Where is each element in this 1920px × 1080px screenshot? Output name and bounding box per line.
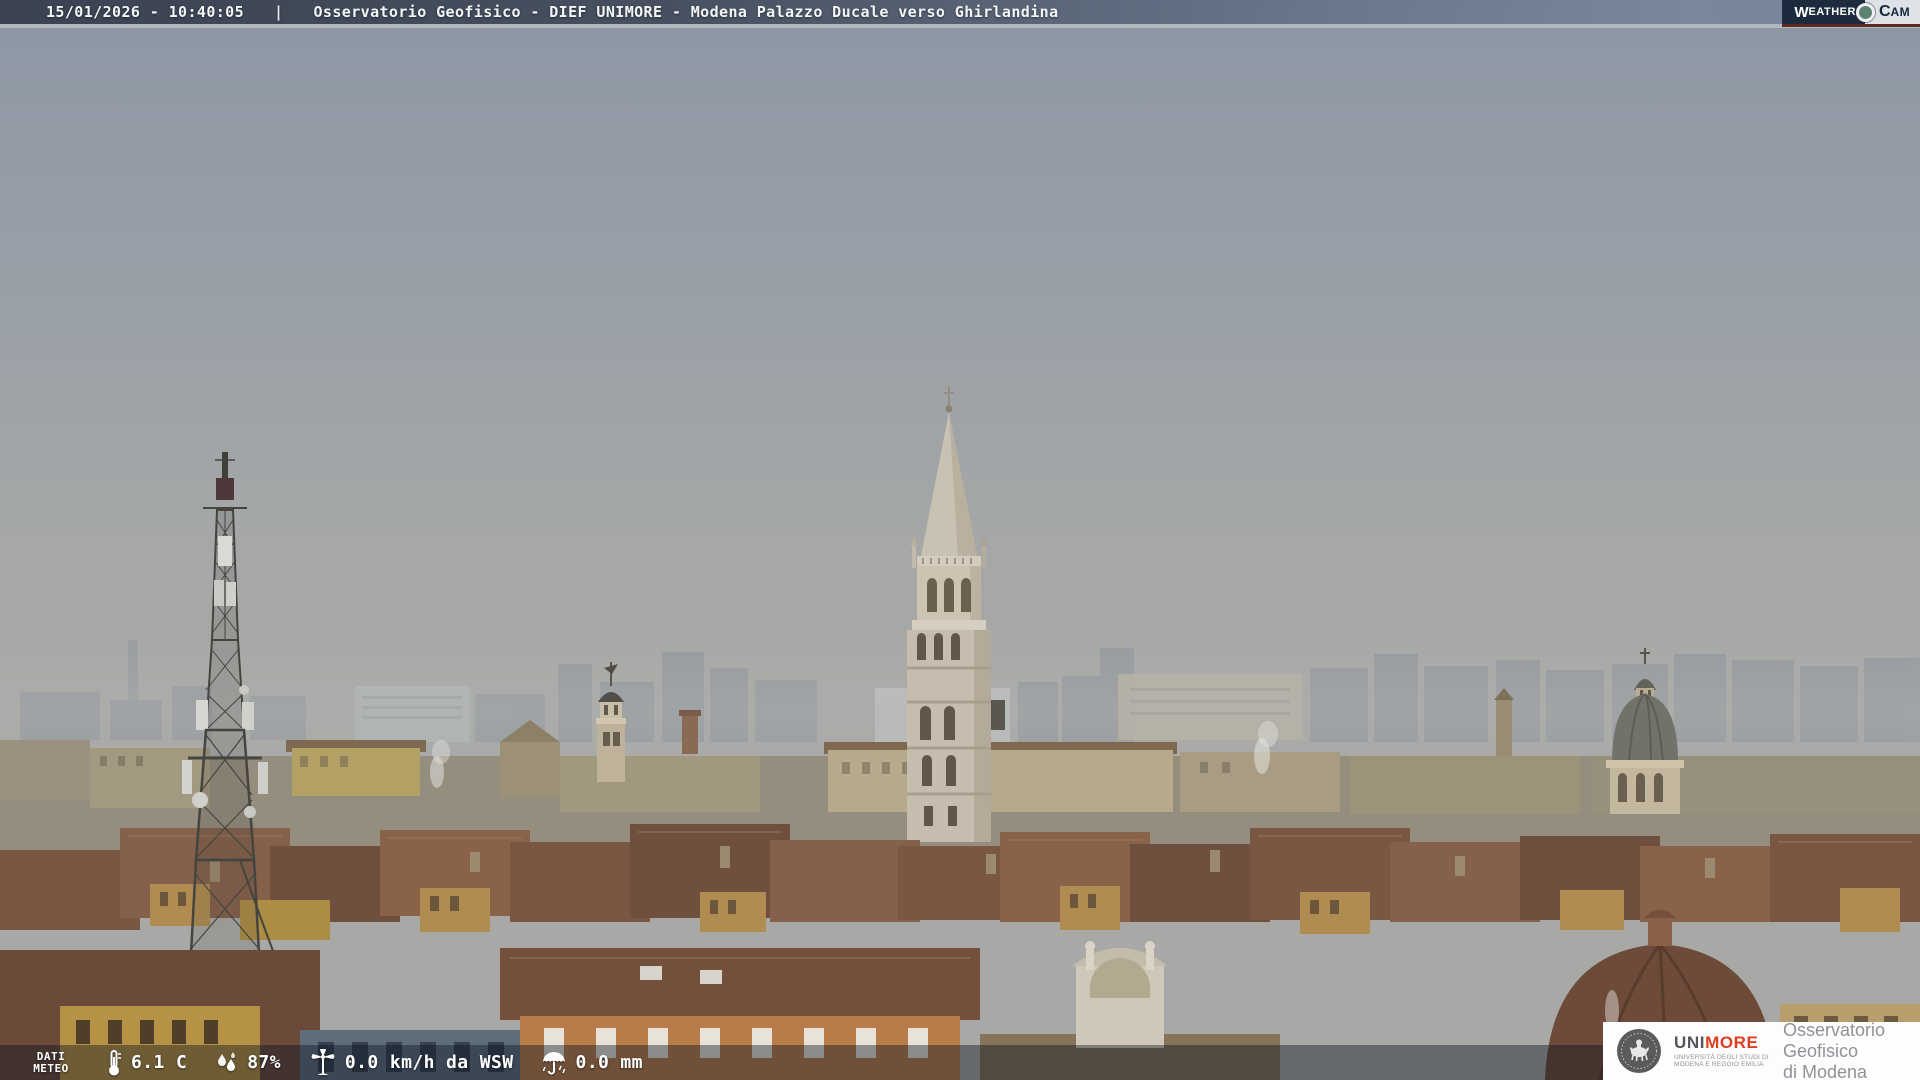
weather-readings: 6.1 C 87% 0.0 km/h	[104, 1049, 643, 1077]
weathercam-lens-icon	[1856, 3, 1875, 22]
modena-cityscape	[0, 0, 1920, 1080]
temperature-reading: 6.1 C	[104, 1049, 187, 1077]
unimore-seal-icon	[1616, 1028, 1662, 1074]
unimore-brand-box: UNIMORE UNIVERSITÀ DEGLI STUDI DI MODENA…	[1603, 1022, 1920, 1080]
topbar-underline	[0, 24, 1920, 28]
webcam-title: Osservatorio Geofisico - DIEF UNIMORE - …	[313, 3, 1058, 21]
wind-value: 0.0 km/h da WSW	[345, 1052, 514, 1073]
logo-am: AM	[1891, 5, 1910, 19]
logo-c: C	[1879, 3, 1891, 21]
dati-label-line1: DATI	[20, 1051, 82, 1063]
weathercam-logo: WEATHER CAM	[1782, 0, 1920, 27]
observatory-name-line1: Osservatorio Geofisico	[1783, 1020, 1920, 1062]
precipitation-reading: 0.0 mm	[540, 1050, 642, 1076]
church-facade	[1072, 941, 1168, 1048]
humidity-icon	[214, 1050, 240, 1076]
wind-icon	[308, 1049, 338, 1077]
thermometer-icon	[104, 1049, 124, 1077]
webcam-frame: 15/01/2026 - 10:40:05 | Osservatorio Geo…	[0, 0, 1920, 1080]
university-name-line2: MODENA E REGGIO EMILIA	[1674, 1061, 1769, 1069]
dati-meteo-label: DATI METEO	[20, 1051, 82, 1075]
unimore-more-text: MORE	[1705, 1033, 1758, 1052]
unimore-wordmark: UNIMORE UNIVERSITÀ DEGLI STUDI DI MODENA…	[1674, 1034, 1769, 1069]
weathercam-logo-weather: WEATHER	[1782, 0, 1866, 24]
observatory-name-line2: di Modena	[1783, 1062, 1920, 1080]
logo-eather: EATHER	[1809, 6, 1856, 18]
dati-label-line2: METEO	[20, 1063, 82, 1075]
logo-w: W	[1794, 4, 1808, 21]
observatory-name: Osservatorio Geofisico di Modena	[1783, 1020, 1920, 1080]
wind-reading: 0.0 km/h da WSW	[308, 1049, 514, 1077]
datetime-text: 15/01/2026 - 10:40:05	[46, 3, 244, 21]
humidity-reading: 87%	[214, 1050, 281, 1076]
temperature-value: 6.1 C	[131, 1052, 187, 1073]
humidity-value: 87%	[247, 1052, 281, 1073]
unimore-uni-text: UNI	[1674, 1033, 1705, 1052]
university-name-line1: UNIVERSITÀ DEGLI STUDI DI	[1674, 1054, 1769, 1062]
datetime-title-separator: |	[274, 3, 283, 21]
precipitation-value: 0.0 mm	[575, 1052, 642, 1073]
topbar: 15/01/2026 - 10:40:05 | Osservatorio Geo…	[0, 0, 1920, 24]
rain-icon	[540, 1050, 568, 1076]
